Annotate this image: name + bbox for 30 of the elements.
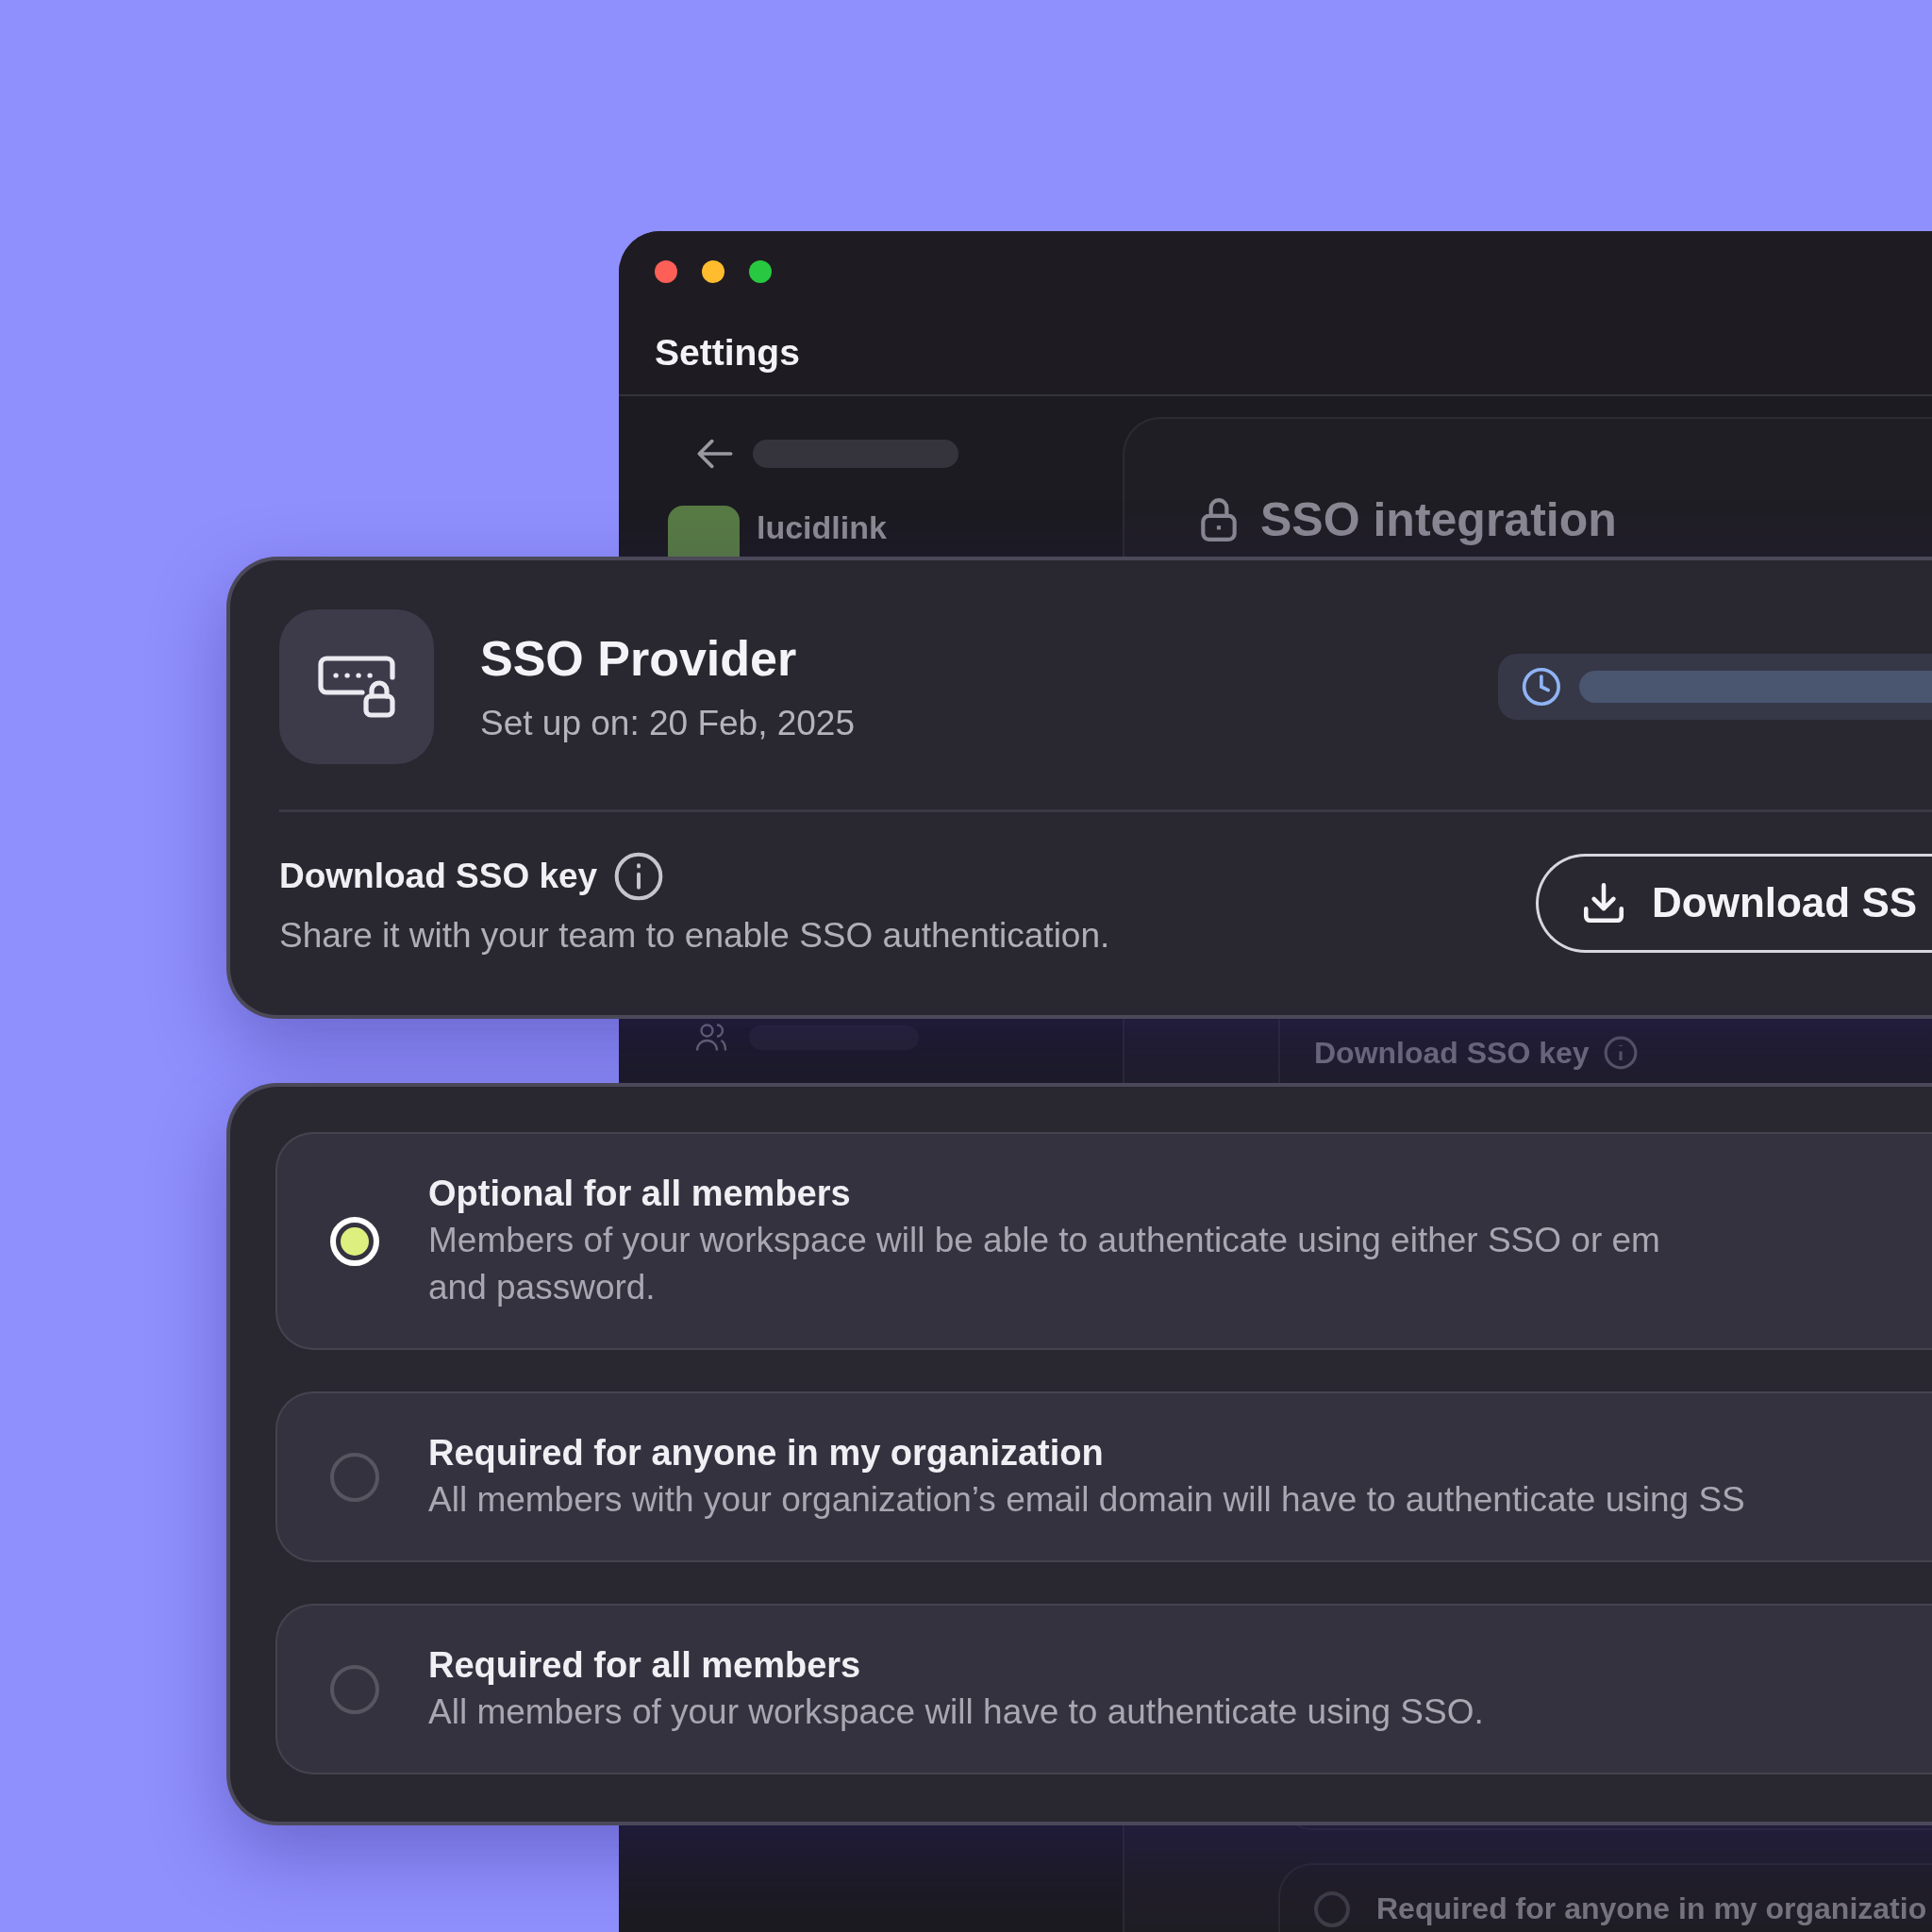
key-lock-icon [279,609,434,764]
download-button[interactable]: Download SS [1536,853,1932,953]
clock-icon [1521,665,1562,708]
setup-date: Set up on: 20 Feb, 2025 [480,704,857,743]
window-title: Settings [655,332,800,374]
radio-button[interactable] [1314,1891,1350,1927]
sso-option[interactable]: Required for anyone in my organization All members with your organization’s email domain will have to authenticate using SS [275,1391,1932,1562]
option-description: All members with your organization’s email domain will have to authenticate using SS [428,1479,1745,1521]
workspace-name[interactable]: lucidlink [757,509,887,546]
minimize-button[interactable] [702,259,724,283]
lock-icon [1198,496,1240,543]
download-label: Download SSO key [279,857,598,896]
option-description: and password. [428,1267,657,1308]
radio-button[interactable] [330,1452,379,1502]
option-title: Required for all members [428,1645,862,1686]
option-description: Members of your workspace will be able to authenticate using either SSO or em [428,1220,1660,1261]
option-title: Optional for all members [428,1174,852,1214]
back-arrow-icon[interactable] [696,438,734,470]
option-title: Required for anyone in my organization [428,1433,1105,1474]
option-description: All members of your workspace will have to authenticate using SSO. [428,1691,1484,1733]
download-label: Download SSO key [1314,1035,1590,1071]
sso-option[interactable]: Required for all members All members of your workspace will have to authenticate using SSO. [275,1604,1932,1774]
sso-option[interactable]: Optional for all members Members of your workspace will be able to authenticate using either SSO or em and password. [275,1132,1932,1350]
section-title: SSO integration [1260,492,1617,547]
close-button[interactable] [655,259,677,283]
provider-title: SSO Provider [480,630,798,687]
option-title: Required for anyone in my organizatio [1376,1891,1927,1927]
zoom-button[interactable] [749,259,772,283]
radio-button[interactable] [330,1664,379,1714]
download-description: Share it with your team to enable SSO authentication. [279,916,1111,956]
